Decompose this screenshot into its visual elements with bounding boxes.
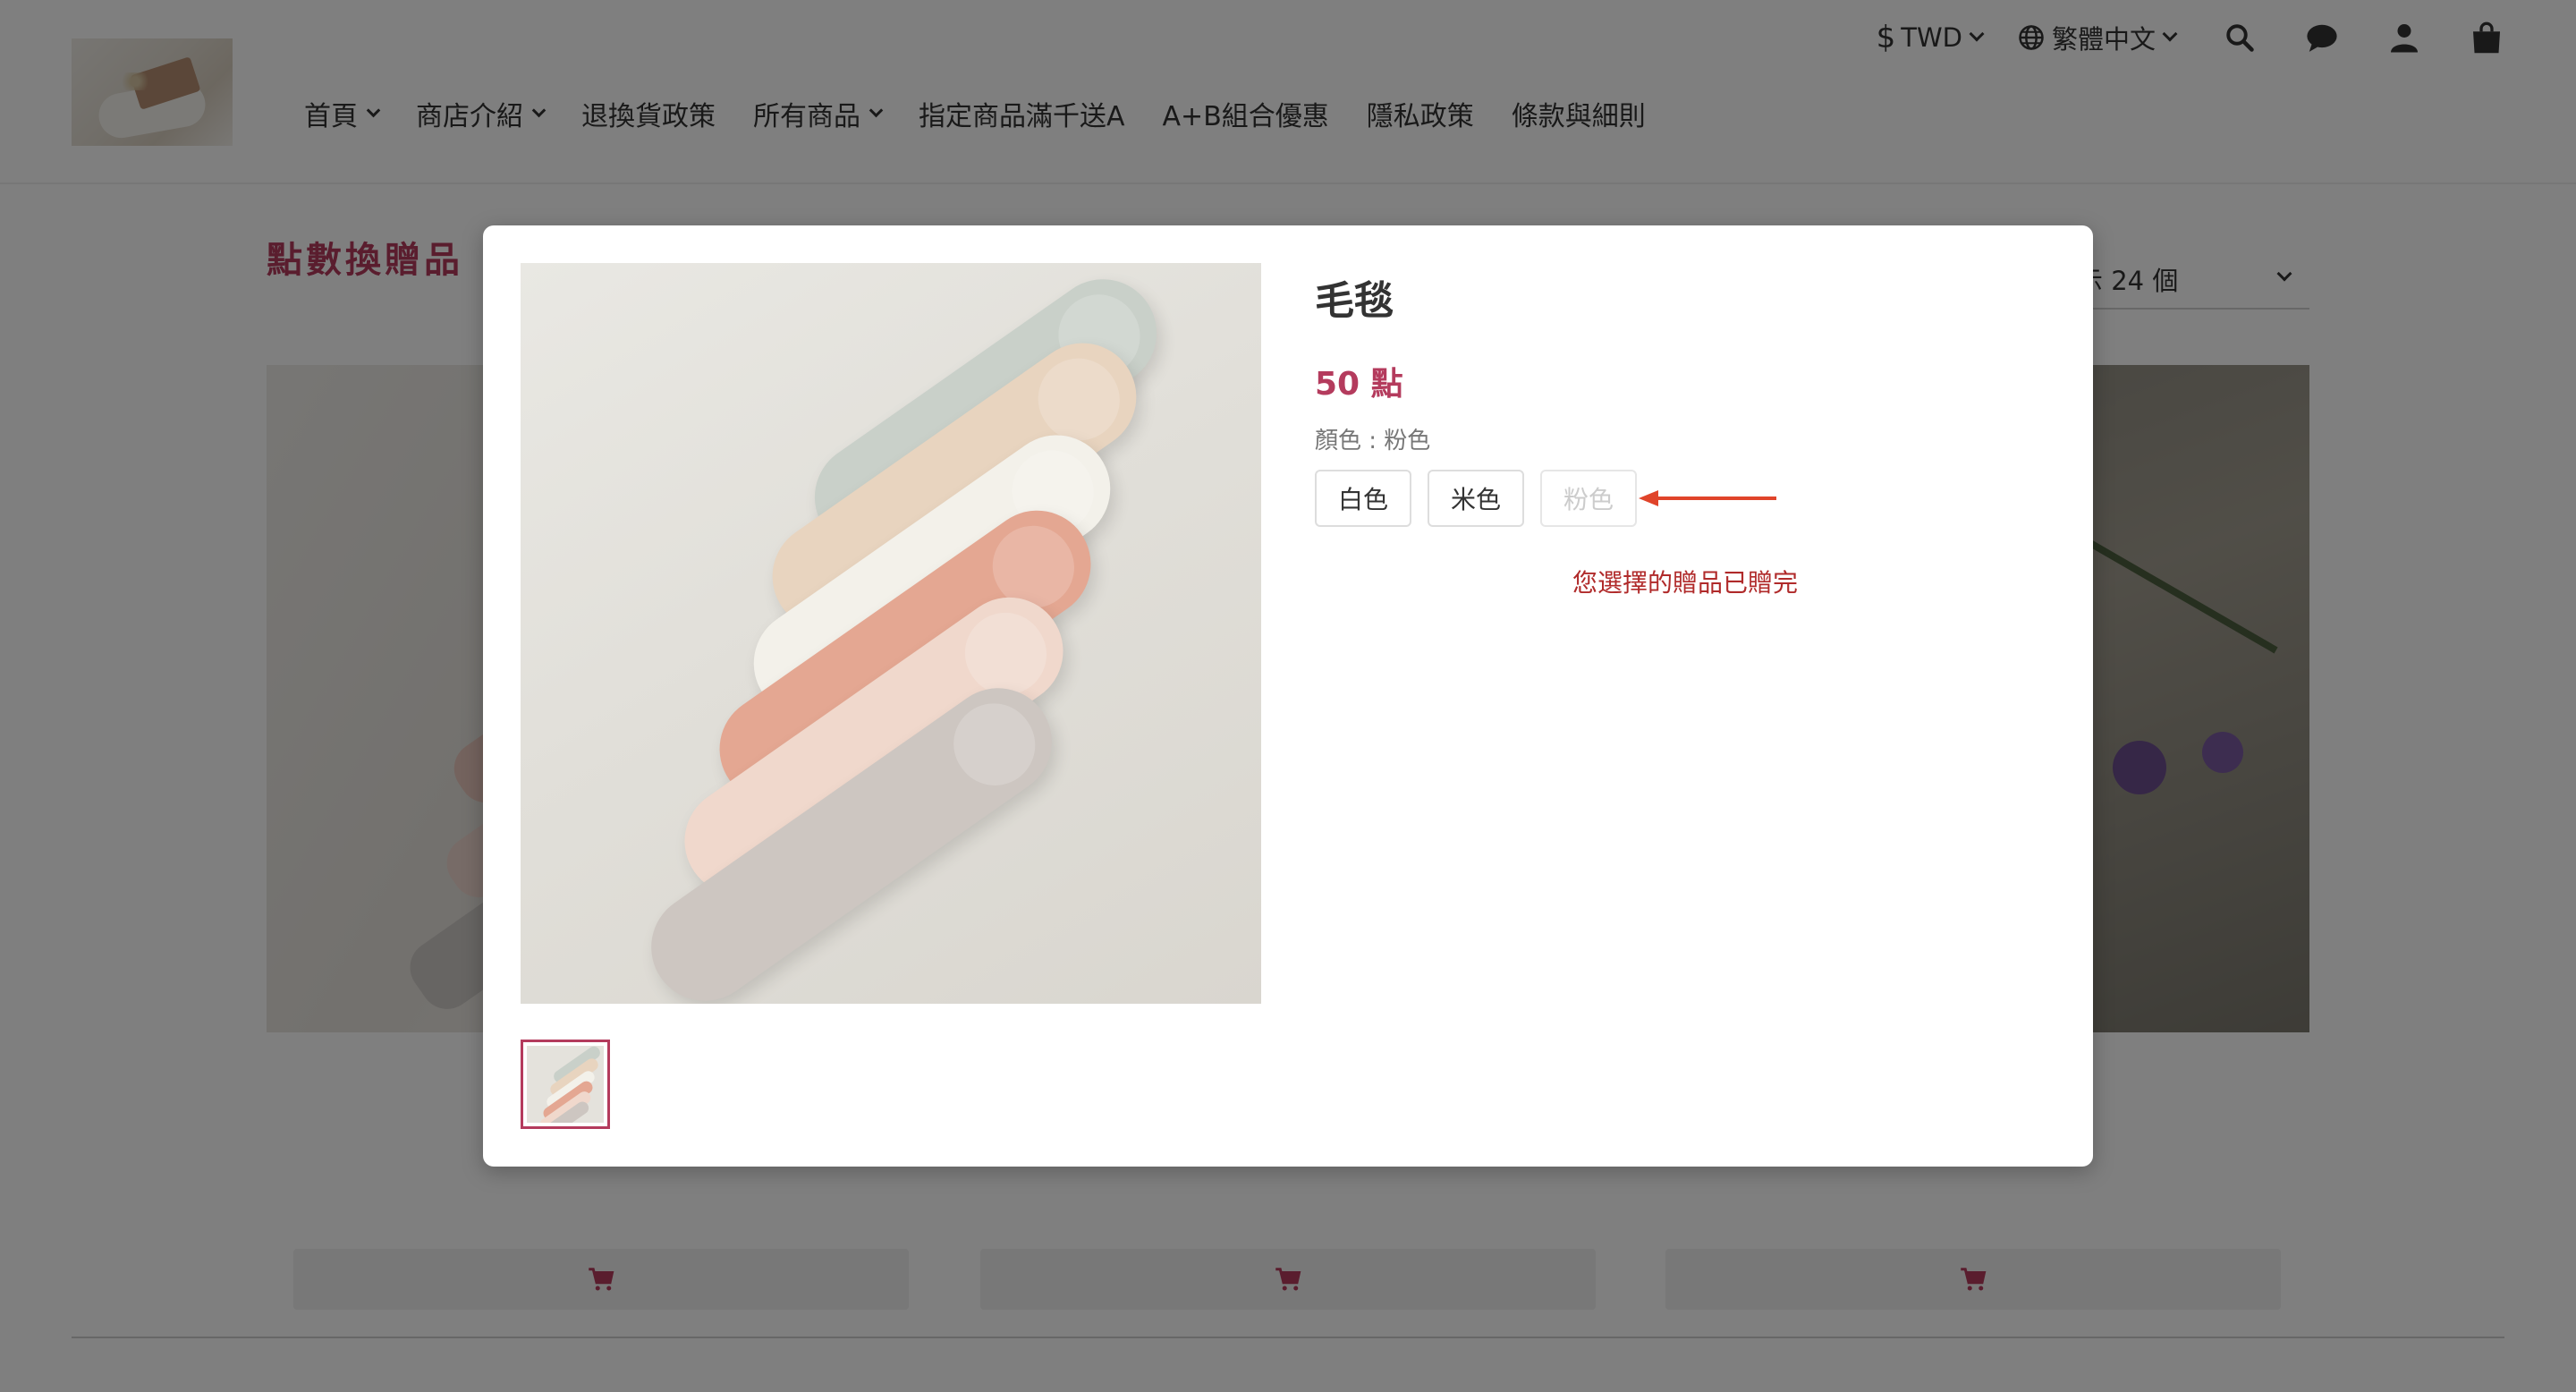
product-quick-view-modal: 毛毯 50 點 顏色 : 粉色 白色 米色 粉色 您選擇的贈品已贈完	[483, 225, 2093, 1167]
sold-out-message: 您選擇的贈品已贈完	[1572, 568, 1799, 598]
annotation-arrow-icon	[1639, 490, 1776, 506]
product-title: 毛毯	[1315, 278, 1394, 324]
variant-selected-label: 顏色 : 粉色	[1315, 428, 1431, 454]
variant-option-pink[interactable]: 粉色	[1540, 470, 1638, 527]
color-variant-options: 白色 米色 粉色	[1315, 470, 1638, 527]
variant-option-beige[interactable]: 米色	[1428, 470, 1525, 527]
product-thumbnail[interactable]	[521, 1040, 610, 1129]
product-points-price: 50 點	[1315, 366, 1403, 403]
variant-option-white[interactable]: 白色	[1315, 470, 1412, 527]
product-main-photo	[521, 263, 1261, 1004]
